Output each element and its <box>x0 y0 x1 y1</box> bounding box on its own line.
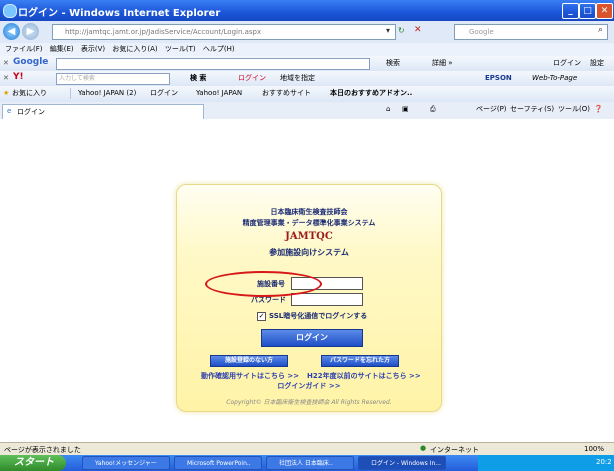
login-guide-link[interactable]: ログインガイド >> <box>277 382 340 390</box>
tab-login[interactable]: e ログイン <box>2 104 204 119</box>
maximize-button[interactable]: □ <box>579 3 596 19</box>
search-icon[interactable]: ⌕ <box>598 25 603 35</box>
ie-icon <box>3 4 17 18</box>
divider <box>70 88 71 99</box>
menu-bar: ファイル(F) 編集(E) 表示(V) お気に入り(A) ツール(T) ヘルプ(… <box>0 43 614 56</box>
favorite-item[interactable]: Yahoo! JAPAN <box>196 88 242 99</box>
back-button[interactable]: ◀ <box>3 23 20 40</box>
region-button[interactable]: 地域を指定 <box>280 73 315 84</box>
zone-text: インターネット <box>430 446 479 454</box>
address-dropdown-icon[interactable]: ▾ <box>386 26 390 35</box>
search-input[interactable]: Google <box>454 24 608 40</box>
login-button-label: ログイン <box>296 333 328 342</box>
tools-menu[interactable]: ツール(O) <box>558 104 590 115</box>
favorites-star-icon: ★ <box>3 89 10 97</box>
help-icon[interactable]: ❓ <box>594 104 603 115</box>
safety-menu[interactable]: セーフティ(S) <box>510 104 554 115</box>
ssl-checkbox[interactable]: ✓ <box>257 312 266 321</box>
menu-edit[interactable]: 編集(E) <box>50 43 74 56</box>
google-search-button[interactable]: 検索 <box>386 58 400 69</box>
home-icon[interactable]: ⌂ <box>386 104 390 115</box>
yahoo-logo: Y! <box>13 72 24 82</box>
favorite-item[interactable]: ログイン <box>150 88 178 99</box>
start-label: スタート <box>14 457 54 468</box>
system-code: JAMTQC <box>285 231 333 242</box>
no-facility-button[interactable]: 施設登録のない方 <box>210 355 288 367</box>
google-more-button[interactable]: 詳細 » <box>432 58 453 69</box>
yahoo-toolbar: ✕ Y! 入力して検索 検 索 ログイン 地域を指定 EPSON Web-To-… <box>0 71 614 87</box>
google-login-link[interactable]: ログイン <box>553 58 581 69</box>
webtopage-button[interactable]: Web-To-Page <box>532 73 577 84</box>
tab-row: e ログイン ⌂ ▣ ⎙ ページ(P) セーフティ(S) ツール(O) ❓ <box>0 102 614 120</box>
yahoo-search-placeholder: 入力して検索 <box>59 75 95 82</box>
refresh-icon[interactable]: ↻ <box>398 26 405 35</box>
menu-file[interactable]: ファイル(F) <box>5 43 43 56</box>
system-name: 参加施設向けシステム <box>269 248 349 257</box>
window-title: ログイン - Windows Internet Explorer <box>18 8 221 19</box>
status-text: ページが表示されました <box>4 446 81 454</box>
tab-label: ログイン <box>17 108 45 116</box>
menu-favorites[interactable]: お気に入り(A) <box>112 43 157 56</box>
task-powerpoint[interactable]: Microsoft PowerPoin.. <box>174 456 262 470</box>
close-toolbar-icon[interactable]: ✕ <box>3 73 9 84</box>
yahoo-search-button[interactable]: 検 索 <box>190 73 206 84</box>
task-login-ie[interactable]: ログイン - Windows In... <box>358 456 446 470</box>
favorite-item[interactable]: 本日のおすすめアドオン.. <box>330 88 412 99</box>
zoom-level[interactable]: 100% <box>584 445 604 453</box>
org-name: 日本臨床衛生検査技師会 <box>270 208 348 216</box>
menu-view[interactable]: 表示(V) <box>81 43 105 56</box>
print-icon[interactable]: ⎙ <box>430 104 436 115</box>
legacy-site-link[interactable]: 動作確認用サイトはこちら >> <box>201 371 299 381</box>
minimize-button[interactable]: _ <box>562 3 579 19</box>
project-name: 精度管理事業・データ標準化事業システム <box>242 219 376 227</box>
login-button[interactable]: ログイン <box>261 329 363 347</box>
favorites-button[interactable]: お気に入り <box>12 88 47 99</box>
epson-logo[interactable]: EPSON <box>485 73 512 84</box>
favorite-item[interactable]: おすすめサイト <box>262 88 311 99</box>
task-jamt[interactable]: 社団法人 日本臨床.. <box>266 456 354 470</box>
favorite-item[interactable]: Yahoo! JAPAN (2) <box>78 88 136 99</box>
yahoo-search-input[interactable]: 入力して検索 <box>56 73 170 85</box>
close-toolbar-icon[interactable]: ✕ <box>3 58 9 69</box>
status-bar: ページが表示されました ● インターネット 100% <box>0 442 614 456</box>
title-bar: ログイン - Windows Internet Explorer _ □ ✕ <box>0 0 614 21</box>
google-settings-button[interactable]: 設定 <box>590 58 604 69</box>
password-input[interactable] <box>291 293 363 306</box>
start-button[interactable]: スタート <box>0 455 66 471</box>
copyright: Copyright© 日本臨床衛生検査技師会 All Rights Reserv… <box>226 399 392 406</box>
login-panel: 日本臨床衛生検査技師会 精度管理事業・データ標準化事業システム JAMTQC 参… <box>176 184 442 412</box>
google-search-input[interactable] <box>56 58 370 70</box>
google-logo: Google <box>13 57 49 67</box>
task-yahoo-messenger[interactable]: Yahoo!メッセンジャー <box>82 456 170 470</box>
feeds-icon[interactable]: ▣ <box>402 104 409 115</box>
forgot-password-label: パスワードを忘れた方 <box>329 357 390 364</box>
forgot-password-button[interactable]: パスワードを忘れた方 <box>321 355 399 367</box>
stop-icon[interactable]: ✕ <box>414 25 422 35</box>
menu-help[interactable]: ヘルプ(H) <box>203 43 235 56</box>
close-button[interactable]: ✕ <box>596 3 613 19</box>
taskbar: スタート Yahoo!メッセンジャー Microsoft PowerPoin..… <box>0 455 614 471</box>
h22-site-link[interactable]: H22年度以前のサイトはこちら >> <box>307 371 421 381</box>
globe-icon: ● <box>420 444 427 452</box>
menu-tools[interactable]: ツール(T) <box>165 43 196 56</box>
ssl-label: SSL暗号化通信でログインする <box>269 312 368 320</box>
system-tray: 20:2 <box>478 455 614 471</box>
highlight-oval <box>205 271 322 297</box>
page-menu[interactable]: ページ(P) <box>476 104 507 115</box>
favorites-bar: ★ お気に入り Yahoo! JAPAN (2) ログイン Yahoo! JAP… <box>0 86 614 103</box>
address-row: ◀ ▶ http://jamtqc.jamt.or.jp/JadisServic… <box>0 21 614 44</box>
ie-page-icon: e <box>7 107 12 115</box>
address-input[interactable]: http://jamtqc.jamt.or.jp/JadisService/Ac… <box>52 24 396 40</box>
no-facility-label: 施設登録のない方 <box>224 357 273 364</box>
page-content: 日本臨床衛生検査技師会 精度管理事業・データ標準化事業システム JAMTQC 参… <box>0 119 614 442</box>
clock: 20:2 <box>596 458 612 466</box>
yahoo-login-link[interactable]: ログイン <box>238 73 266 84</box>
google-toolbar: ✕ Google 検索 詳細 » ログイン 設定 <box>0 56 614 72</box>
forward-button[interactable]: ▶ <box>22 23 39 40</box>
